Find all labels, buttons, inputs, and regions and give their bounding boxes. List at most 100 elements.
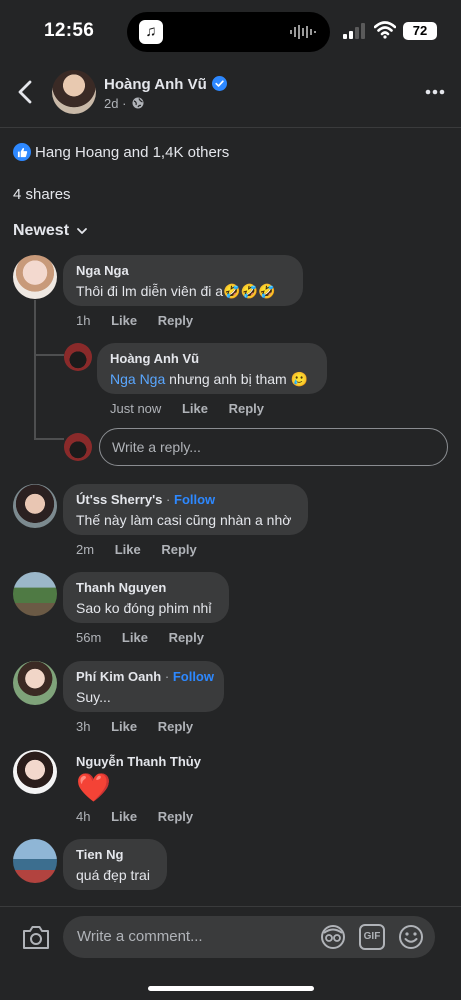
like-button[interactable]: Like [111,313,137,328]
like-button[interactable]: Like [115,542,141,557]
cellular-signal-icon [343,23,365,39]
avatar[interactable] [13,484,57,528]
dynamic-island[interactable]: ♫ [127,12,330,52]
comment-actions: 2m Like Reply [76,542,214,557]
commenter-name[interactable]: Hoàng Anh Vũ [110,351,314,366]
comment-bubble[interactable]: Phí Kim Oanh · Follow Suy... [63,661,224,712]
avatar[interactable] [64,343,92,371]
comment-text: Thế này làm casi cũng nhàn a nhờ [76,512,292,528]
post-header: Hoàng Anh Vũ 2d · [0,62,461,126]
commenter-name: Phí Kim Oanh · Follow [76,669,214,684]
like-button[interactable]: Like [122,630,148,645]
comment-actions: Just now Like Reply [110,401,281,416]
comment-time: 4h [76,809,91,824]
comment-bubble[interactable]: Út'ss Sherry's · Follow Thế này làm casi… [63,484,308,535]
comment-text: Thôi đi lm diễn viên đi a🤣🤣🤣 [76,283,276,299]
comment-bubble[interactable]: Tien Ng quá đẹp trai [63,839,167,890]
reply-button[interactable]: Reply [158,313,193,328]
back-arrow-icon[interactable] [14,79,38,105]
battery-indicator: 72 [403,22,437,40]
comment-time: 1h [76,313,91,328]
commenter-name[interactable]: Nga Nga [76,263,290,278]
reply-button[interactable]: Reply [229,401,264,416]
comment-time: 2m [76,542,95,557]
mention-link[interactable]: Nga Nga [110,371,165,387]
comment-time: 56m [76,630,102,645]
like-button[interactable]: Like [111,719,137,734]
comment-actions: 3h Like Reply [76,719,210,734]
comment-text: Sao ko đóng phim nhỉ [76,600,212,616]
comment-bubble[interactable]: Nga Nga Thôi đi lm diễn viên đi a🤣🤣🤣 [63,255,303,306]
gif-label: GIF [363,931,381,942]
thread-line-branch [34,438,64,440]
time-separator: · [122,96,127,111]
like-button[interactable]: Like [111,809,137,824]
comment-placeholder: Write a comment... [77,928,203,945]
post-time-text: 2d [104,96,119,111]
avatar[interactable] [13,255,57,299]
comment-text: Nga Nga nhưng anh bị tham 🥲 [110,371,314,388]
reply-button[interactable]: Reply [158,809,193,824]
comment-text: Suy... [76,689,111,705]
verified-badge-icon [211,76,227,91]
current-user-avatar [64,433,92,461]
avatar-sticker-icon[interactable] [319,923,347,951]
follow-button[interactable]: Follow [173,669,214,684]
more-options-icon[interactable] [425,84,445,100]
sort-label[interactable]: Newest [13,222,69,240]
comment-text: quá đẹp trai [76,867,150,883]
avatar[interactable] [13,750,57,794]
like-button[interactable]: Like [182,401,208,416]
audio-wave-icon [290,25,316,39]
clock: 12:56 [44,20,95,41]
header-divider [0,127,461,128]
separator-dot: · [166,492,171,507]
post-timestamp: 2d · [104,96,144,111]
comment-time: Just now [110,401,162,416]
sort-dropdown[interactable]: Newest [13,222,88,240]
commenter-name[interactable]: Tien Ng [76,847,154,862]
reactions-text[interactable]: Hang Hoang and 1,4K others [35,144,229,161]
gif-icon[interactable]: GIF [359,924,385,950]
reply-button[interactable]: Reply [161,542,196,557]
emoji-icon[interactable] [397,923,425,951]
comment-block: Nguyễn Thanh Thủy ❤️ [76,754,201,803]
commenter-name[interactable]: Nguyễn Thanh Thủy [76,754,201,769]
reply-button[interactable]: Reply [158,719,193,734]
comment-actions: 4h Like Reply [76,809,210,824]
thread-line-branch [34,354,64,356]
reply-button[interactable]: Reply [169,630,204,645]
thread-line-vertical [34,300,36,440]
home-indicator[interactable] [148,986,314,991]
comment-actions: 56m Like Reply [76,630,221,645]
commenter-name-text[interactable]: Út'ss Sherry's [76,492,162,507]
author-name-text[interactable]: Hoàng Anh Vũ [104,76,207,93]
wifi-icon [374,21,396,39]
author-name[interactable]: Hoàng Anh Vũ [104,76,227,93]
like-reaction-icon [13,143,31,161]
reply-text: nhưng anh bị tham 🥲 [165,371,309,387]
author-avatar[interactable] [52,70,96,114]
avatar[interactable] [13,839,57,883]
camera-icon[interactable] [21,923,51,951]
reactions-summary[interactable]: Hang Hoang and 1,4K others [13,143,229,161]
chevron-down-icon [77,228,87,234]
globe-icon [132,97,144,109]
heart-emoji: ❤️ [76,772,111,803]
reply-input[interactable]: Write a reply... [99,428,448,466]
comment-input[interactable]: Write a comment... GIF [63,916,435,958]
follow-button[interactable]: Follow [174,492,215,507]
shares-count[interactable]: 4 shares [13,186,71,203]
comment-actions: 1h Like Reply [76,313,210,328]
separator-dot: · [164,669,170,684]
commenter-name[interactable]: Thanh Nguyen [76,580,216,595]
commenter-name-text[interactable]: Phí Kim Oanh [76,669,161,684]
avatar[interactable] [13,572,57,616]
avatar[interactable] [13,661,57,705]
comment-time: 3h [76,719,91,734]
commenter-name: Út'ss Sherry's · Follow [76,492,295,507]
comment-bubble[interactable]: Thanh Nguyen Sao ko đóng phim nhỉ [63,572,229,623]
reply-bubble[interactable]: Hoàng Anh Vũ Nga Nga nhưng anh bị tham 🥲 [97,343,327,394]
status-bar: 12:56 ♫ 72 [0,0,461,60]
music-icon: ♫ [139,20,163,44]
